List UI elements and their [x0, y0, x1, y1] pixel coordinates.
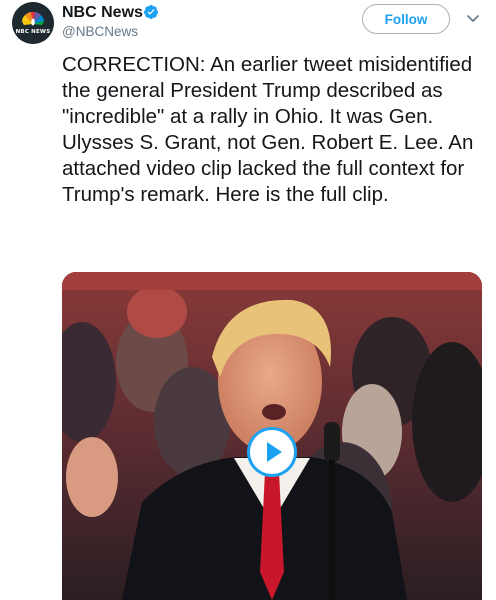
video-player[interactable] [62, 272, 482, 600]
avatar[interactable]: NBC NEWS [12, 2, 54, 44]
tweet-text: CORRECTION: An earlier tweet misidentifi… [62, 53, 474, 206]
nbc-peacock-logo [12, 2, 54, 44]
play-button[interactable] [250, 430, 294, 474]
play-icon [267, 442, 282, 462]
display-name[interactable]: NBC News [62, 3, 143, 22]
follow-button[interactable]: Follow [362, 4, 450, 34]
handle[interactable]: @NBCNews [62, 24, 138, 40]
avatar-wordmark: NBC NEWS [15, 29, 51, 35]
verified-badge-icon [143, 5, 158, 19]
chevron-down-icon[interactable] [466, 14, 480, 24]
